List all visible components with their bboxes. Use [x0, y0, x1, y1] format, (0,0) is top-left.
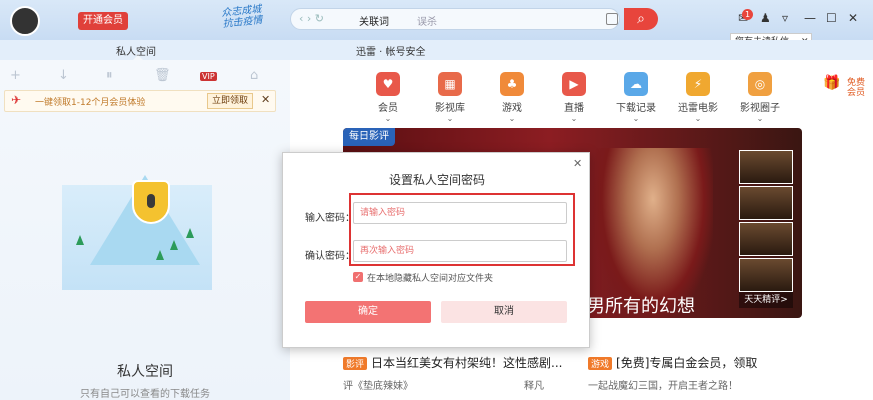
menu-icon[interactable]: ▿	[782, 11, 788, 25]
category-icon: ♣	[500, 72, 524, 96]
chevron-down-icon: ⌄	[508, 114, 516, 123]
see-more-link[interactable]: 天天精评>	[739, 292, 793, 308]
category-icon: ☁	[624, 72, 648, 96]
gift-icon: 🎁	[823, 75, 841, 91]
password-field[interactable]: 请输入密码	[353, 202, 567, 224]
chevron-down-icon: ⌄	[632, 114, 640, 123]
search-keyword[interactable]: 关联词	[359, 13, 389, 28]
category-label: 下载记录	[616, 103, 656, 114]
hide-folder-checkbox[interactable]: ✓	[353, 272, 363, 282]
chevron-down-icon: ⌄	[570, 114, 578, 123]
category-3[interactable]: ♣ 游戏 ⌄	[486, 72, 538, 123]
private-space-title: 私人空间	[117, 364, 173, 380]
category-2[interactable]: ▦ 影视库 ⌄	[424, 72, 476, 123]
password-label: 输入密码：	[305, 213, 355, 224]
claim-now-button[interactable]: 立即领取	[207, 93, 254, 109]
banner-thumbnail[interactable]	[739, 222, 793, 256]
notification-badge: 1	[742, 9, 753, 20]
promo-text: 一键领取1-12个月会员体验	[35, 98, 146, 108]
banner-thumbnail[interactable]	[739, 186, 793, 220]
tree-icon	[170, 240, 178, 250]
category-5[interactable]: ☁ 下载记录 ⌄	[610, 72, 662, 123]
pause-icon[interactable]: ⏸	[106, 68, 113, 83]
shield-lock-icon	[132, 180, 170, 224]
nav-arrows-icon[interactable]: ‹ › ↻	[299, 12, 324, 25]
download-icon[interactable]: ↓	[58, 68, 69, 83]
promo-close-icon[interactable]: ✕	[261, 93, 270, 106]
plane-icon: ✈	[11, 93, 22, 107]
promo-banner: ✈ 一键领取1-12个月会员体验 立即领取 ✕	[4, 90, 276, 112]
private-space-subtitle: 只有自己可以查看的下载任务	[80, 389, 210, 400]
hide-folder-label: 在本地隐藏私人空间对应文件夹	[367, 274, 494, 284]
search-input[interactable]: 误杀	[417, 13, 437, 28]
cancel-button[interactable]: 取消	[441, 301, 567, 323]
news-item[interactable]: 影评 日本当红美女有村架纯！这性感剧...	[343, 354, 562, 371]
minimize-icon[interactable]: —	[804, 11, 816, 25]
slogan: 众志成城 抗击疫情	[221, 4, 263, 30]
tab-strip: 私人空间 迅雷 · 帐号安全	[0, 40, 873, 60]
vip-icon[interactable]: VIP	[200, 72, 217, 81]
daily-review-tag: 每日影评	[343, 128, 395, 146]
toolbar: + ↓ ⏸ 🗑 VIP ⌂	[0, 68, 290, 88]
lock-icon[interactable]: ⌂	[250, 68, 258, 83]
news-tag: 影评	[343, 357, 368, 370]
search-button[interactable]: ⌕	[624, 8, 658, 30]
add-icon[interactable]: +	[10, 68, 21, 83]
banner-thumbnail[interactable]	[739, 150, 793, 184]
category-1[interactable]: ♥ 会员 ⌄	[362, 72, 414, 123]
chevron-down-icon: ⌄	[384, 114, 392, 123]
chevron-down-icon: ⌄	[694, 114, 702, 123]
confirm-password-label: 确认密码：	[305, 251, 355, 262]
keyhole-icon	[147, 194, 155, 208]
category-7[interactable]: ◎ 影视圈子 ⌄	[734, 72, 786, 123]
news-author: 释凡	[524, 381, 544, 392]
avatar[interactable]	[10, 6, 40, 36]
confirm-button[interactable]: 确定	[305, 301, 431, 323]
open-vip-button[interactable]: 开通会员	[78, 12, 128, 30]
category-4[interactable]: ▶ 直播 ⌄	[548, 72, 600, 123]
search-bar[interactable]: ‹ › ↻ 关联词 误杀	[290, 8, 620, 30]
chevron-down-icon: ⌄	[446, 114, 454, 123]
free-vip-button[interactable]: 🎁 免费 会员	[823, 76, 871, 98]
dialog-close-icon[interactable]: ✕	[573, 157, 582, 170]
tree-icon	[156, 250, 164, 260]
category-icon: ♥	[376, 72, 400, 96]
category-icon: ▶	[562, 72, 586, 96]
news-subtitle: 评《垫底辣妹》	[343, 381, 413, 392]
set-password-dialog: 设置私人空间密码 ✕ 输入密码： 请输入密码 确认密码： 再次输入密码 ✓ 在本…	[282, 152, 590, 348]
delete-icon[interactable]: 🗑	[154, 68, 171, 83]
maximize-icon[interactable]: ☐	[826, 11, 837, 25]
news-title: [免费]专属白金会员，领取	[616, 356, 758, 370]
tab-account-security[interactable]: 迅雷 · 帐号安全	[356, 43, 426, 58]
dialog-title: 设置私人空间密码	[388, 173, 485, 187]
category-icon: ◎	[748, 72, 772, 96]
confirm-password-field[interactable]: 再次输入密码	[353, 240, 567, 262]
news-tag: 游戏	[588, 357, 613, 370]
tree-icon	[186, 228, 194, 238]
screenshot-icon[interactable]	[606, 13, 618, 25]
category-label: 直播	[564, 103, 584, 114]
gift-line-2: 会员	[847, 88, 866, 98]
banner-caption: 男所有的幻想	[587, 296, 695, 317]
category-label: 迅雷电影	[678, 103, 718, 114]
category-icon: ▦	[438, 72, 462, 96]
news-subtitle: 一起战魔幻三国，开启王者之路！	[588, 381, 738, 392]
banner-thumbnail[interactable]	[739, 258, 793, 292]
news-title: 日本当红美女有村架纯！这性感剧...	[371, 356, 563, 370]
category-6[interactable]: ⚡ 迅雷电影 ⌄	[672, 72, 724, 123]
category-icon: ⚡	[686, 72, 710, 96]
category-label: 游戏	[502, 103, 522, 114]
news-item[interactable]: 游戏 [免费]专属白金会员，领取	[588, 354, 757, 371]
close-icon[interactable]: ✕	[848, 11, 858, 25]
category-label: 影视库	[435, 103, 465, 114]
gift-line-1: 免费	[847, 78, 866, 88]
chevron-down-icon: ⌄	[756, 114, 764, 123]
category-label: 会员	[378, 103, 398, 114]
tree-icon	[76, 235, 84, 245]
skin-icon[interactable]: ♟	[760, 11, 771, 25]
category-label: 影视圈子	[740, 103, 780, 114]
